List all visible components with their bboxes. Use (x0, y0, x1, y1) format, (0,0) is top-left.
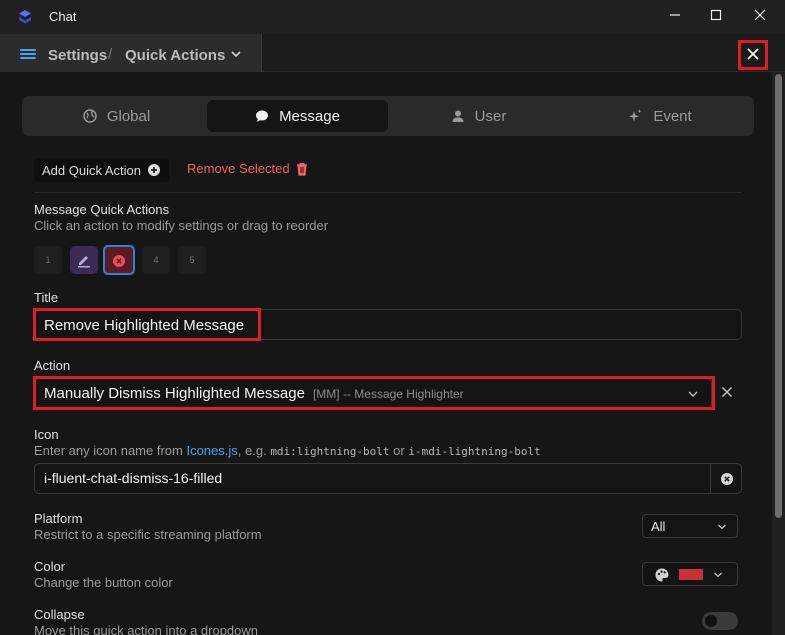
platform-label: Platform (34, 511, 83, 526)
icon-hint-example-1: mdi:lightning-bolt (270, 445, 390, 458)
divider (34, 192, 742, 193)
icon-hint-mid: , e.g. (237, 443, 271, 458)
icon-hint: Enter any icon name from Icones.js, e.g.… (34, 443, 541, 458)
action-value: Manually Dismiss Highlighted Message [MM]… (44, 385, 464, 402)
collapse-label: Collapse (34, 607, 85, 622)
add-quick-action-button[interactable]: Add Quick Action (34, 158, 169, 182)
close-icon (747, 48, 759, 60)
icones-link[interactable]: Icones.js (186, 443, 237, 458)
tab-global[interactable]: Global (26, 100, 207, 132)
quick-action-slot-1[interactable]: 1 (34, 246, 62, 274)
plus-circle-icon (148, 164, 160, 176)
action-label: Action (34, 358, 71, 373)
icon-label: Icon (34, 427, 59, 442)
window-titlebar: Chat (0, 0, 785, 34)
icon-value: i-fluent-chat-dismiss-16-filled (44, 470, 223, 486)
action-value-sub: [MM] -- Message Highlighter (312, 387, 464, 401)
quick-action-slot-5[interactable]: 5 (178, 246, 206, 274)
tab-message[interactable]: Message (207, 100, 388, 132)
settings-header: Settings / Quick Actions (0, 34, 785, 72)
chevron-down-icon (688, 391, 698, 397)
highlight-pen-icon (78, 256, 90, 268)
clear-action-button[interactable] (721, 385, 733, 402)
tab-user[interactable]: User (388, 100, 569, 132)
close-icon (721, 386, 733, 398)
quick-actions-hint: Click an action to modify settings or dr… (34, 218, 329, 233)
minimize-button[interactable] (660, 5, 690, 29)
palette-icon (655, 568, 669, 582)
menu-icon[interactable] (20, 49, 36, 59)
quick-action-slot-2[interactable] (70, 246, 98, 274)
color-swatch (679, 569, 703, 580)
tab-message-label: Message (279, 107, 340, 125)
platform-select[interactable]: All (642, 514, 738, 538)
tab-global-label: Global (106, 107, 151, 125)
user-icon (452, 110, 464, 122)
toggle-knob (705, 615, 717, 627)
chat-dismiss-icon (720, 472, 733, 485)
maximize-icon (710, 9, 722, 21)
quick-actions-heading: Message Quick Actions (34, 202, 170, 217)
chat-bubble-icon (256, 110, 269, 122)
window-close-button[interactable] (745, 5, 775, 29)
scrollbar[interactable] (775, 74, 782, 518)
chevron-down-icon[interactable] (229, 47, 243, 61)
globe-icon (83, 109, 97, 123)
icon-hint-example-2: i-mdi-lightning-bolt (408, 445, 541, 458)
remove-selected-button[interactable]: Remove Selected (187, 161, 308, 176)
trash-icon (296, 162, 307, 176)
icon-preview-button[interactable] (710, 463, 742, 494)
chevron-down-icon (718, 524, 726, 530)
color-hint: Change the button color (34, 575, 173, 590)
chevron-down-icon (714, 572, 722, 578)
tab-user-label: User (474, 107, 507, 125)
breadcrumb-quick-actions[interactable]: Quick Actions (125, 47, 225, 64)
settings-content: Global Message User Event Add Quick Acti… (0, 72, 772, 635)
breadcrumb-separator: / (108, 46, 113, 63)
tab-bar: Global Message User Event (22, 96, 754, 136)
icon-hint-or: or (389, 443, 409, 458)
window-title: Chat (49, 9, 77, 24)
window-close-icon (754, 9, 766, 21)
add-quick-action-label: Add Quick Action (42, 162, 141, 178)
color-label: Color (34, 559, 66, 574)
tab-event-label: Event (653, 107, 692, 125)
quick-action-slot-4[interactable]: 4 (142, 246, 170, 274)
collapse-hint: Move this quick action into a dropdown (34, 623, 259, 635)
breadcrumb[interactable]: Settings / Quick Actions (0, 34, 262, 72)
platform-hint: Restrict to a specific streaming platfor… (34, 527, 262, 542)
quick-action-slot-3[interactable] (103, 245, 135, 275)
action-value-main: Manually Dismiss Highlighted Message (44, 385, 305, 402)
minimize-icon (670, 14, 680, 16)
app-logo-icon (19, 10, 31, 24)
breadcrumb-settings[interactable]: Settings (48, 47, 107, 64)
remove-selected-label: Remove Selected (187, 161, 290, 176)
title-value: Remove Highlighted Message (44, 317, 245, 334)
title-label: Title (34, 290, 59, 305)
maximize-button[interactable] (701, 5, 731, 29)
sparkle-icon (629, 109, 642, 122)
collapse-toggle[interactable] (702, 612, 738, 630)
chat-dismiss-icon (113, 255, 125, 267)
color-picker[interactable] (642, 562, 738, 586)
close-settings-button[interactable] (738, 40, 768, 70)
icon-hint-prefix: Enter any icon name from (34, 443, 187, 458)
tab-event[interactable]: Event (569, 100, 750, 132)
platform-value: All (651, 519, 666, 534)
